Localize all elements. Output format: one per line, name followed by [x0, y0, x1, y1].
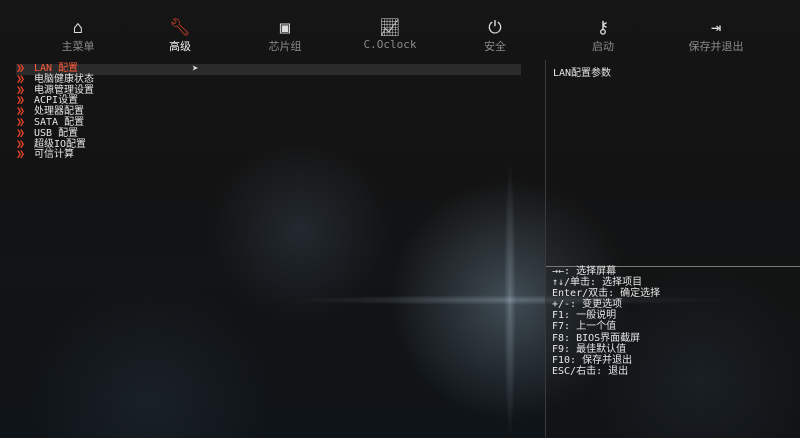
- menu-item-cpu[interactable]: ❯❯ 处理器配置: [16, 106, 521, 118]
- help-line: F8: BIOS界面截屏: [552, 332, 641, 344]
- chevron-right-icon: ❯❯: [16, 127, 25, 139]
- menu-item-superio[interactable]: ❯❯ 超级IO配置: [16, 139, 521, 151]
- chevron-right-icon: ❯❯: [16, 73, 25, 85]
- tab-oclock[interactable]: 📈︎ C.Oclock: [340, 18, 440, 51]
- tab-boot[interactable]: ⚷ 启动: [553, 18, 653, 54]
- help-line: +/-: 变更选项: [552, 299, 623, 311]
- help-line: F1: 一般说明: [552, 310, 617, 322]
- tab-save-exit[interactable]: ⇥ 保存并退出: [666, 18, 766, 54]
- help-panel: LAN配置参数 →←: 选择屏幕 ↑↓/单击: 选择项目 Enter/双击: 确…: [545, 60, 800, 438]
- help-line: F10: 保存并退出: [552, 354, 633, 366]
- tab-label: 安全: [484, 40, 506, 53]
- chevron-right-icon: ❯❯: [16, 149, 25, 161]
- mouse-cursor-icon: ➤: [192, 62, 199, 75]
- help-line: ESC/右击: 退出: [552, 365, 629, 377]
- menu-item-pc-health[interactable]: ❯❯ 电脑健康状态: [16, 73, 521, 86]
- help-line: Enter/双击: 确定选择: [552, 288, 661, 300]
- home-icon: ⌂: [72, 18, 84, 38]
- item-description: LAN配置参数: [553, 68, 612, 79]
- power-icon: ⏻: [488, 18, 502, 38]
- menu-item-label: USB 配置: [34, 127, 79, 139]
- top-tab-bar: ⌂ 主菜单 🔧︎ 高级 ▣ 芯片组 📈︎ C.Oclock ⏻ 安全 ⚷ 启动 ⇥ 保存并退出: [0, 18, 800, 58]
- key-help-list: →←: 选择屏幕 ↑↓/单击: 选择项目 Enter/双击: 确定选择 +/-:…: [552, 266, 660, 377]
- key-icon: ⚷: [596, 18, 610, 38]
- menu-item-trusted-computing[interactable]: ❯❯ 可信计算: [16, 150, 521, 161]
- tab-advanced[interactable]: 🔧︎ 高级: [130, 18, 230, 54]
- tab-label: 启动: [592, 40, 614, 53]
- advanced-menu: ❯❯ LAN 配置 ❯❯ 电脑健康状态 ❯❯ 电源管理设置 ❯❯ ACPI设置 ❯❯ 处理…: [16, 63, 521, 161]
- tab-label: C.Oclock: [363, 38, 417, 51]
- menu-item-sata[interactable]: ❯❯ SATA 配置: [16, 117, 521, 129]
- help-line: ↑↓/单击: 选择项目: [552, 277, 643, 289]
- menu-item-power[interactable]: ❯❯ 电源管理设置: [16, 85, 521, 97]
- tab-label: 高级: [169, 40, 191, 53]
- help-line: F9: 最佳默认值: [552, 343, 627, 355]
- tab-chipset[interactable]: ▣ 芯片组: [235, 18, 335, 54]
- tab-label: 主菜单: [61, 40, 95, 53]
- chart-icon: 📈︎: [379, 18, 401, 38]
- chip-icon: ▣: [279, 18, 291, 38]
- tab-main[interactable]: ⌂ 主菜单: [28, 18, 128, 54]
- exit-door-icon: ⇥: [710, 18, 722, 38]
- wrench-icon: 🔧︎: [169, 18, 191, 38]
- tab-label: 保存并退出: [688, 40, 744, 53]
- menu-item-usb[interactable]: ❯❯ USB 配置: [16, 127, 521, 140]
- menu-item-label: 电脑健康状态: [34, 73, 94, 85]
- menu-item-acpi[interactable]: ❯❯ ACPI设置: [16, 96, 521, 107]
- help-line: F7: 上一个值: [552, 321, 617, 333]
- help-line: →←: 选择屏幕: [552, 266, 617, 277]
- menu-item-label: 可信计算: [34, 149, 74, 161]
- tab-security[interactable]: ⏻ 安全: [445, 18, 545, 54]
- tab-label: 芯片组: [268, 40, 302, 53]
